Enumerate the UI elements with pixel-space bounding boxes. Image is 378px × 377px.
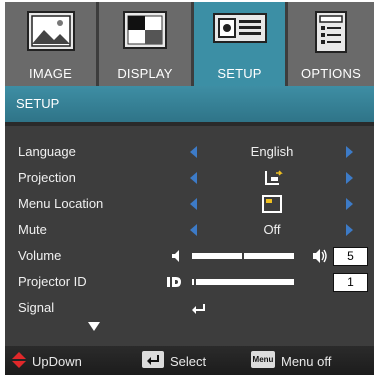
menu-title-bar: SETUP	[5, 86, 374, 122]
menu-location-icon	[262, 195, 282, 218]
volume-high-icon	[312, 247, 328, 270]
menu-title: SETUP	[16, 96, 60, 111]
menu-item-menu-location[interactable]: Menu Location	[5, 192, 374, 216]
arrow-right-icon[interactable]	[346, 146, 353, 158]
language-value: English	[250, 144, 294, 159]
tab-setup[interactable]: SETUP	[194, 2, 285, 86]
tab-options[interactable]: OPTIONS	[288, 2, 374, 86]
menu-item-mute[interactable]: Mute Off	[5, 218, 374, 242]
arrow-right-icon[interactable]	[346, 198, 353, 210]
arrow-left-icon[interactable]	[190, 146, 197, 158]
volume-low-icon	[171, 249, 181, 268]
arrow-left-icon[interactable]	[190, 172, 197, 184]
updown-hint: UpDown	[32, 354, 82, 369]
menu-off-hint: Menu off	[281, 354, 332, 369]
arrow-left-icon[interactable]	[190, 198, 197, 210]
menu-location-label: Menu Location	[18, 196, 104, 211]
volume-label: Volume	[18, 248, 62, 263]
options-icon	[314, 10, 348, 59]
tab-display[interactable]: DISPLAY	[99, 2, 191, 86]
volume-slider-knob[interactable]	[242, 250, 244, 262]
setup-icon	[212, 10, 268, 51]
menu-item-projector-id[interactable]: Projector ID 1	[5, 270, 374, 294]
arrow-left-icon[interactable]	[190, 224, 197, 236]
language-label: Language	[18, 144, 76, 159]
scroll-down-icon[interactable]	[88, 322, 100, 331]
tab-image-label: IMAGE	[29, 66, 72, 81]
updown-key-icon	[12, 352, 26, 373]
osd-menu: IMAGE DISPLAY SETUP OPTIONS SETUP Langua…	[5, 2, 374, 375]
footer-hints: UpDown Select Menu Menu off	[5, 346, 374, 375]
menu-key-icon: Menu	[251, 351, 275, 368]
display-icon	[120, 10, 170, 57]
select-hint: Select	[170, 354, 207, 369]
id-icon	[166, 275, 182, 294]
tab-setup-label: SETUP	[217, 66, 262, 81]
tab-image[interactable]: IMAGE	[5, 2, 96, 86]
tab-display-label: DISPLAY	[117, 66, 173, 81]
menu-item-language[interactable]: Language English	[5, 140, 374, 164]
menu-item-projection[interactable]: Projection	[5, 166, 374, 190]
projector-id-slider[interactable]	[192, 276, 294, 288]
projector-id-value: 1	[333, 273, 368, 292]
mute-value: Off	[263, 222, 281, 237]
image-icon	[26, 10, 76, 57]
mute-label: Mute	[18, 222, 47, 237]
volume-slider[interactable]	[192, 250, 294, 262]
menu-item-signal[interactable]: Signal	[5, 296, 374, 320]
projection-icon	[263, 169, 283, 192]
tab-options-label: OPTIONS	[301, 66, 361, 81]
volume-value: 5	[333, 247, 368, 266]
enter-icon	[191, 302, 207, 320]
menu-item-volume[interactable]: Volume 5	[5, 244, 374, 268]
projector-id-slider-knob[interactable]	[194, 276, 196, 288]
arrow-right-icon[interactable]	[346, 224, 353, 236]
arrow-right-icon[interactable]	[346, 172, 353, 184]
enter-key-icon	[142, 351, 164, 368]
projection-label: Projection	[18, 170, 76, 185]
divider	[5, 122, 374, 126]
projector-id-label: Projector ID	[18, 274, 87, 289]
signal-label: Signal	[18, 300, 55, 315]
